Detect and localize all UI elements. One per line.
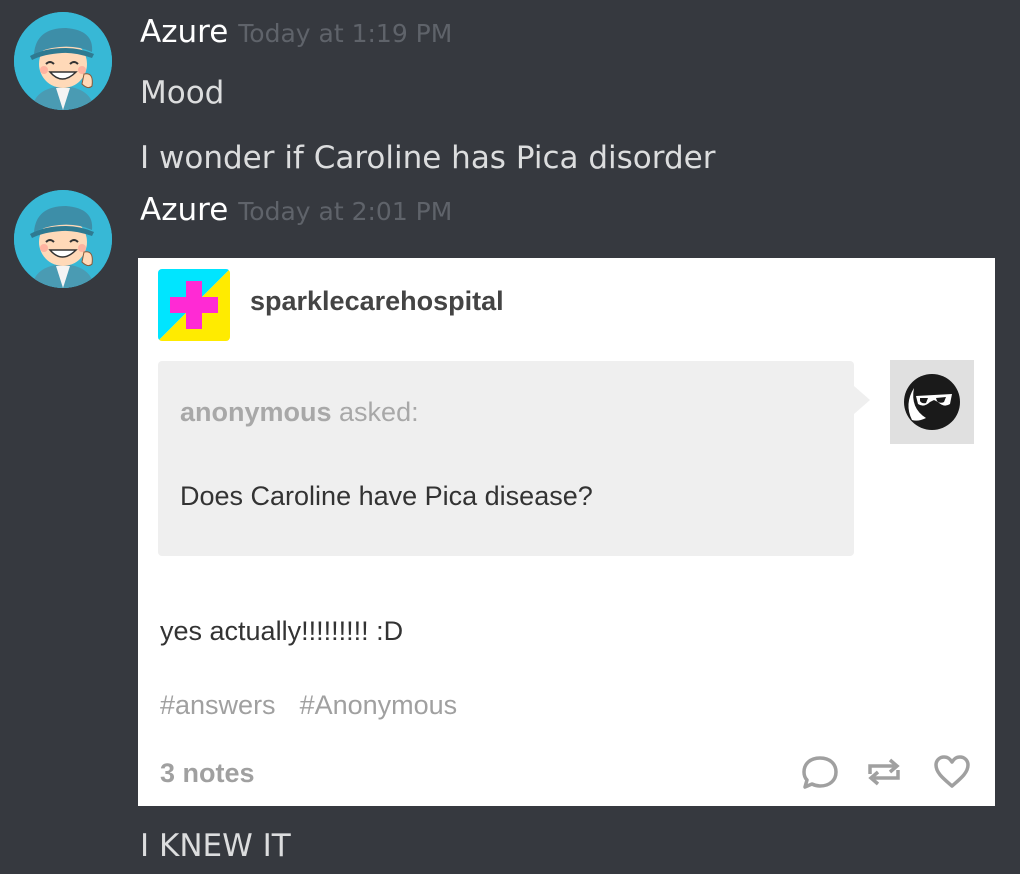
ask-question: Does Caroline have Pica disease? (180, 481, 593, 511)
timestamp: Today at 2:01 PM (238, 197, 453, 226)
notes-count: 3 notes (160, 758, 255, 788)
username[interactable]: Azure (140, 14, 228, 50)
ask-pointer (854, 386, 870, 414)
timestamp: Today at 1:19 PM (238, 19, 453, 48)
message-text: I KNEW IT (140, 828, 291, 864)
asked-label: asked: (331, 397, 419, 427)
boy-with-cap-avatar-icon (14, 190, 112, 288)
message-header: Azure Today at 1:19 PM (140, 14, 452, 58)
user-avatar[interactable] (14, 190, 112, 288)
asker-line: anonymous asked: (180, 397, 419, 428)
message-text: I wonder if Caroline has Pica disorder (140, 140, 716, 176)
blog-avatar (158, 269, 230, 341)
answer-text: yes actually!!!!!!!!! :D (160, 616, 404, 646)
message-text: Mood (140, 75, 225, 111)
pink-cross-icon (158, 269, 230, 341)
asker-name: anonymous (180, 397, 332, 427)
boy-with-cap-avatar-icon (14, 12, 112, 110)
user-avatar[interactable] (14, 12, 112, 110)
like-heart-icon (932, 752, 972, 792)
asker-avatar (890, 360, 974, 444)
username[interactable]: Azure (140, 192, 228, 228)
blog-name: sparklecarehospital (250, 286, 504, 316)
sunglasses-face-icon (890, 360, 974, 444)
tag: #Anonymous (299, 690, 458, 720)
ask-box: anonymous asked: Does Caroline have Pica… (158, 361, 854, 556)
reblog-icon (864, 752, 904, 792)
tag: #answers (160, 690, 276, 720)
embedded-image[interactable]: sparklecarehospital anonymous asked: Doe… (138, 258, 995, 806)
tag-list: #answers #Anonymous (160, 690, 481, 721)
message-header: Azure Today at 2:01 PM (140, 192, 452, 236)
reply-icon (800, 752, 840, 792)
